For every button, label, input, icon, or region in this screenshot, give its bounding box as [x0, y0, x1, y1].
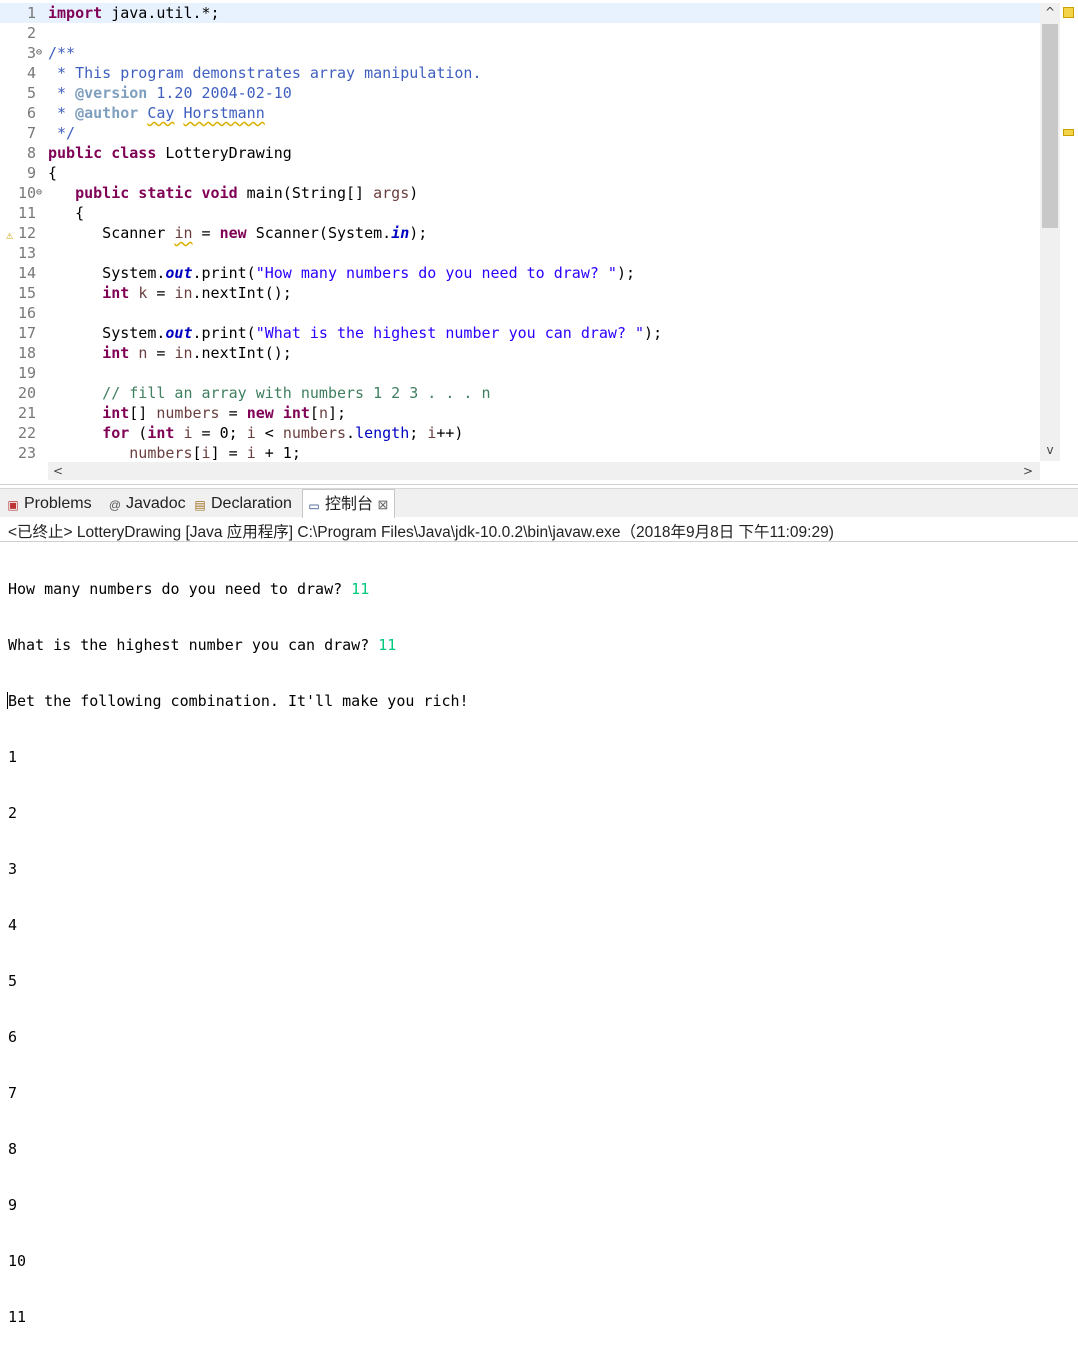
console-line: Bet the following combination. It'll mak… [7, 692, 469, 710]
view-tab-bar: ▣ Problems @ Javadoc ▤ Declaration ▭ 控制台 ⊠ [0, 488, 1078, 518]
line-number: 10 [17, 184, 36, 202]
console-line: 3 [8, 860, 18, 878]
code-line[interactable]: 1 import java.util.*; [0, 3, 1040, 23]
line-number: 2 [26, 24, 36, 42]
fold-toggle-icon[interactable]: ⊖ [36, 43, 46, 63]
tab-declaration[interactable]: ▤ Declaration [193, 489, 292, 517]
divider [0, 541, 1078, 542]
line-number: 13 [17, 244, 36, 262]
scroll-right-icon[interactable]: > [1018, 462, 1038, 480]
console-status: <已终止> LotteryDrawing [Java 应用程序] C:\Prog… [8, 524, 834, 541]
code-line[interactable]: 18 int n = in.nextInt(); [0, 343, 1040, 363]
vertical-scrollbar[interactable]: ^ v [1040, 3, 1060, 461]
code-line[interactable]: 9{ [0, 163, 1040, 183]
code-line[interactable]: 14 System.out.print("How many numbers do… [0, 263, 1040, 283]
console-line: 5 [8, 972, 18, 990]
line-number: 8 [26, 144, 36, 162]
scroll-up-icon[interactable]: ^ [1040, 3, 1060, 21]
line-number: 22 [17, 424, 36, 442]
declaration-icon: ▤ [194, 498, 206, 512]
console-input: 11 [378, 636, 397, 654]
console-line: 9 [8, 1196, 18, 1214]
line-number: 1 [26, 4, 36, 22]
code-line[interactable]: 21 int[] numbers = new int[n]; [0, 403, 1040, 423]
code-line[interactable]: 19 [0, 363, 1040, 383]
console-line: 6 [8, 1028, 18, 1046]
line-number: 11 [17, 204, 36, 222]
overview-warning-marker[interactable] [1063, 129, 1074, 136]
console-line: 11 [8, 1308, 27, 1326]
console-line: What is the highest number you can draw?… [8, 636, 397, 654]
code-line[interactable]: 13 [0, 243, 1040, 263]
code-line[interactable]: 16 [0, 303, 1040, 323]
code-line[interactable]: 5 * @version 1.20 2004-02-10 [0, 83, 1040, 103]
line-number: 17 [17, 324, 36, 342]
line-number: 12 [17, 224, 36, 242]
console-output[interactable]: How many numbers do you need to draw? 11… [7, 543, 1068, 1345]
problems-icon: ▣ [7, 498, 19, 512]
console-line: 2 [8, 804, 18, 822]
tab-problems[interactable]: ▣ Problems [6, 489, 91, 517]
code-line[interactable]: 6 * @author Cay Horstmann [0, 103, 1040, 123]
code-line[interactable]: 23 numbers[i] = i + 1; [0, 443, 1040, 461]
code-line[interactable]: ⚠ 12 Scanner in = new Scanner(System.in); [0, 223, 1040, 243]
console-line: How many numbers do you need to draw? 11 [8, 580, 370, 598]
line-number: 4 [26, 64, 36, 82]
scroll-down-icon[interactable]: v [1040, 441, 1060, 459]
code-line[interactable]: 20 // fill an array with numbers 1 2 3 .… [0, 383, 1040, 403]
line-number: 16 [17, 304, 36, 322]
code-line[interactable]: 22 for (int i = 0; i < numbers.length; i… [0, 423, 1040, 443]
line-number: 18 [17, 344, 36, 362]
code-line[interactable]: 7 */ [0, 123, 1040, 143]
line-number: 6 [26, 104, 36, 122]
code-line[interactable]: 11 { [0, 203, 1040, 223]
overview-warning-marker[interactable] [1063, 7, 1074, 18]
line-number: 15 [17, 284, 36, 302]
code-line[interactable]: 3 ⊖/** [0, 43, 1040, 63]
console-line: 7 [8, 1084, 18, 1102]
line-number: 21 [17, 404, 36, 422]
console-line: 10 [8, 1252, 27, 1270]
scrollbar-thumb[interactable] [1042, 24, 1058, 228]
tab-javadoc[interactable]: @ Javadoc [108, 489, 186, 517]
code-line[interactable]: 8 public class LotteryDrawing [0, 143, 1040, 163]
code-editor[interactable]: 1 import java.util.*; 2 3 ⊖/** 4 * This pr… [0, 0, 1078, 485]
line-number: 20 [17, 384, 36, 402]
console-line: 8 [8, 1140, 18, 1158]
line-number: 9 [26, 164, 36, 182]
code-line[interactable]: 17 System.out.print("What is the highest… [0, 323, 1040, 343]
line-number: 19 [17, 364, 36, 382]
line-number: 5 [26, 84, 36, 102]
tab-console[interactable]: ▭ 控制台 ⊠ [302, 489, 396, 518]
console-input: 11 [351, 580, 370, 598]
horizontal-scrollbar[interactable]: < > [48, 462, 1040, 480]
console-line: 1 [8, 748, 18, 766]
close-tab-icon[interactable]: ⊠ [377, 497, 388, 512]
code-line[interactable]: 10 ⊖ public static void main(String[] arg… [0, 183, 1040, 203]
line-number: 7 [26, 124, 36, 142]
console-icon: ▭ [308, 499, 320, 513]
code-area[interactable]: 1 import java.util.*; 2 3 ⊖/** 4 * This pr… [0, 3, 1040, 461]
fold-toggle-icon[interactable]: ⊖ [36, 183, 46, 203]
line-number: 3 [26, 44, 36, 62]
overview-ruler[interactable] [1060, 3, 1078, 461]
at-icon: @ [108, 498, 122, 512]
line-number: 23 [17, 444, 36, 461]
code-line[interactable]: 2 [0, 23, 1040, 43]
line-number: 14 [17, 264, 36, 282]
code-line[interactable]: 15 int k = in.nextInt(); [0, 283, 1040, 303]
code-line[interactable]: 4 * This program demonstrates array mani… [0, 63, 1040, 83]
console-line: 4 [8, 916, 18, 934]
scroll-left-icon[interactable]: < [48, 462, 68, 480]
